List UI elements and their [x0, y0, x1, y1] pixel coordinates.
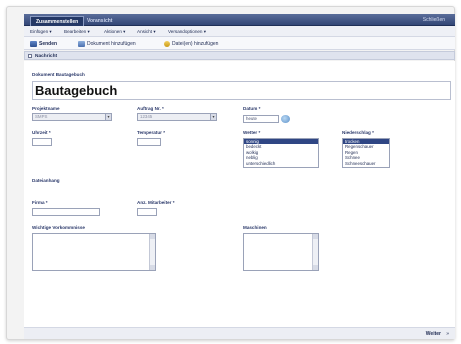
chevron-down-icon[interactable]: ▾ — [210, 114, 216, 120]
project-label: Projektname — [32, 106, 60, 111]
send-icon — [30, 41, 37, 47]
project-field[interactable]: SMPS ▾ — [32, 113, 112, 121]
events-scrollbar[interactable] — [149, 234, 155, 270]
add-document-button[interactable]: Dokument hinzufügen — [78, 40, 136, 48]
add-document-label: Dokument hinzufügen — [87, 41, 136, 47]
scroll-up-icon[interactable] — [313, 234, 318, 239]
date-value: heute — [246, 116, 257, 121]
events-label: Wichtige Vorkommnisse — [32, 225, 85, 230]
attachment-icon — [164, 41, 170, 47]
time-field[interactable] — [32, 138, 52, 146]
project-value: SMPS — [35, 114, 48, 119]
machines-label: Maschinen — [243, 225, 267, 230]
weather-option[interactable]: unterschiedlich — [244, 161, 318, 166]
order-value: 12345 — [140, 114, 153, 119]
company-label: Firma * — [32, 200, 48, 205]
document-title: Bautagebuch — [35, 83, 118, 98]
date-field[interactable]: heute — [243, 115, 279, 123]
order-label: Auftrag Nr. * — [137, 106, 164, 111]
scroll-down-icon[interactable] — [313, 265, 318, 270]
menu-actions[interactable]: Aktionen ▾ — [104, 29, 125, 35]
time-label: Uhrzeit * — [32, 130, 51, 135]
next-arrow-icon[interactable]: » — [446, 331, 449, 337]
machines-textarea[interactable] — [243, 233, 319, 271]
add-files-label: Datei(en) hinzufügen — [172, 41, 219, 47]
tab-compose[interactable]: Zusammenstellen — [30, 16, 85, 26]
weather-label: Wetter * — [243, 130, 261, 135]
collapse-toggle-icon[interactable] — [28, 54, 32, 58]
menu-view[interactable]: Ansicht ▾ — [137, 29, 156, 35]
workers-label: Anz. Mitarbeiter * — [137, 200, 175, 205]
chevron-down-icon[interactable]: ▾ — [105, 114, 111, 120]
toolbar: Senden Dokument hinzufügen Datei(en) hin… — [24, 37, 455, 50]
temperature-field[interactable] — [137, 138, 161, 146]
message-section-label: Nachricht — [35, 53, 58, 59]
scroll-up-icon[interactable] — [150, 234, 155, 239]
send-label: Senden — [39, 41, 58, 47]
window-titlebar: Zusammenstellen Voransicht Schließen — [24, 14, 455, 26]
send-button[interactable]: Senden — [30, 40, 57, 48]
attachment-label: Dateianhang — [32, 178, 60, 183]
close-button[interactable]: Schließen — [423, 17, 445, 23]
add-files-button[interactable]: Datei(en) hinzufügen — [164, 40, 218, 48]
order-field[interactable]: 12345 ▾ — [137, 113, 217, 121]
weather-listbox[interactable]: sonnig bedeckt wolkig neblig unterschied… — [243, 138, 319, 168]
next-button[interactable]: Weiter — [426, 331, 441, 337]
scroll-down-icon[interactable] — [150, 265, 155, 270]
machines-scrollbar[interactable] — [312, 234, 318, 270]
date-label: Datum * — [243, 106, 261, 111]
precipitation-label: Niederschlag * — [342, 130, 374, 135]
tab-preview[interactable]: Voransicht — [82, 16, 117, 26]
temperature-label: Temperatur * — [137, 130, 165, 135]
menu-edit[interactable]: Bearbeiten ▾ — [64, 29, 90, 35]
document-icon — [78, 41, 85, 47]
message-section-header[interactable]: Nachricht — [24, 51, 455, 60]
events-textarea[interactable] — [32, 233, 156, 271]
menu-send-options[interactable]: Versandoptionen ▾ — [168, 29, 206, 35]
document-type-label: Dokument Bautagebuch — [32, 72, 85, 77]
workers-field[interactable] — [137, 208, 157, 216]
precipitation-listbox[interactable]: trocken Regenschauer Regen Schnee Schnee… — [342, 138, 390, 168]
precipitation-option[interactable]: Schneeschauer — [343, 161, 389, 166]
menu-bar: Einfügen ▾ Bearbeiten ▾ Aktionen ▾ Ansic… — [24, 26, 455, 37]
company-field[interactable] — [32, 208, 100, 216]
dialog-footer: Weiter » — [24, 327, 455, 339]
calendar-icon[interactable] — [281, 115, 290, 123]
form-content: Dokument Bautagebuch Bautagebuch Projekt… — [24, 61, 455, 327]
document-title-field[interactable]: Bautagebuch — [32, 81, 451, 100]
menu-insert[interactable]: Einfügen ▾ — [30, 29, 52, 35]
